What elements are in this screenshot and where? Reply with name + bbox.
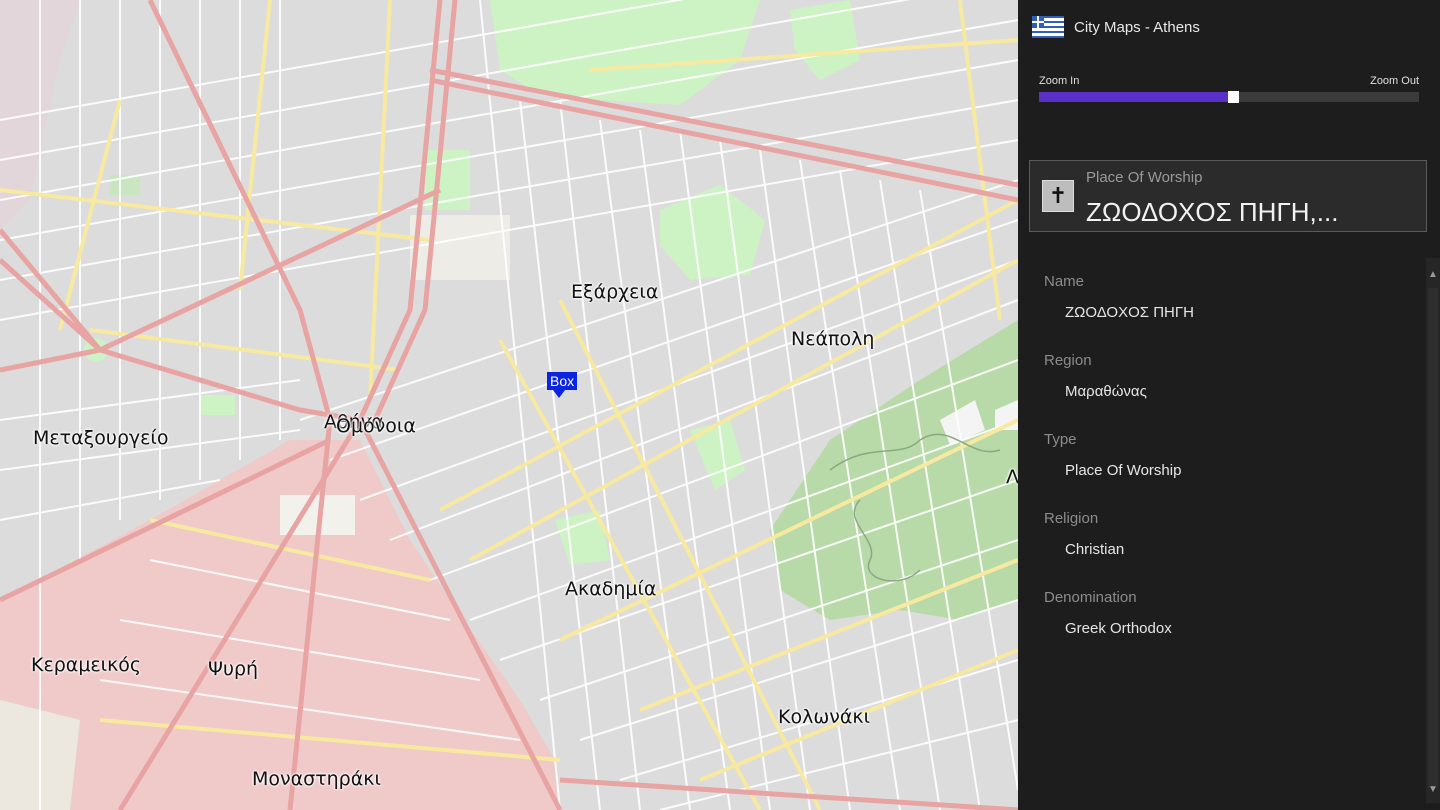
detail-label: Type xyxy=(1044,431,1077,448)
greek-flag-icon xyxy=(1032,16,1064,38)
scrollbar-thumb[interactable] xyxy=(1428,288,1438,788)
detail-value: ΖΩΟΔΟΧΟΣ ΠΗΓΗ xyxy=(1065,304,1194,321)
detail-value: Christian xyxy=(1065,541,1125,558)
map-label-edge: Λ xyxy=(1006,466,1018,488)
map-label-neapoli: Νεάπολη xyxy=(791,328,875,350)
zoom-slider-thumb[interactable] xyxy=(1227,91,1239,103)
cross-icon: ✝ xyxy=(1042,180,1074,212)
app-header: City Maps - Athens xyxy=(1032,14,1200,40)
map-pin[interactable]: Box xyxy=(547,372,578,398)
map-label-psyri: Ψυρή xyxy=(208,658,259,680)
map-label-metaxourgeio: Μεταξουργείο xyxy=(33,427,169,449)
details-scrollbar[interactable]: ▲ ▼ xyxy=(1426,258,1440,803)
map-label-akadimia: Ακαδημία xyxy=(565,578,657,600)
map-label-monastiraki: Μοναστηράκι xyxy=(252,768,381,790)
detail-denomination: Denomination Greek Orthodox xyxy=(1044,584,1414,663)
detail-value: Greek Orthodox xyxy=(1065,620,1172,637)
poi-card[interactable]: ✝ Place Of Worship ΖΩΟΔΟΧΟΣ ΠΗΓΗ,... xyxy=(1029,160,1427,232)
detail-name: Name ΖΩΟΔΟΧΟΣ ΠΗΓΗ xyxy=(1044,268,1414,347)
detail-value: Μαραθώνας xyxy=(1065,383,1147,400)
zoom-slider-fill xyxy=(1039,92,1233,102)
poi-name: ΖΩΟΔΟΧΟΣ ΠΗΓΗ,... xyxy=(1086,197,1339,227)
zoom-in-label[interactable]: Zoom In xyxy=(1039,75,1079,87)
map-pin-label[interactable]: Box xyxy=(547,372,578,390)
map-label-kolonaki: Κολωνάκι xyxy=(778,706,871,728)
detail-label: Region xyxy=(1044,352,1092,369)
detail-value: Place Of Worship xyxy=(1065,462,1182,479)
chevron-down-icon[interactable]: ▼ xyxy=(1428,785,1438,795)
poi-category: Place Of Worship xyxy=(1086,169,1203,186)
map-label-kerameikos: Κεραμεικός xyxy=(31,654,142,676)
detail-label: Name xyxy=(1044,273,1085,290)
zoom-control[interactable]: Zoom In Zoom Out xyxy=(1039,75,1419,103)
detail-region: Region Μαραθώνας xyxy=(1044,347,1414,426)
detail-label: Denomination xyxy=(1044,589,1137,606)
map-label-exarcheia: Εξάρχεια xyxy=(571,281,659,303)
map-canvas[interactable] xyxy=(0,0,1018,810)
zoom-out-label[interactable]: Zoom Out xyxy=(1370,75,1419,87)
chevron-up-icon[interactable]: ▲ xyxy=(1428,270,1438,280)
details-list: Name ΖΩΟΔΟΧΟΣ ΠΗΓΗ Region Μαραθώνας Type… xyxy=(1044,268,1414,663)
zoom-slider[interactable] xyxy=(1039,91,1419,103)
map-pin-tip xyxy=(553,390,565,398)
app-title: City Maps - Athens xyxy=(1074,18,1200,36)
details-panel: City Maps - Athens Zoom In Zoom Out ✝ Pl… xyxy=(1018,0,1440,810)
detail-label: Religion xyxy=(1044,510,1099,527)
detail-religion: Religion Christian xyxy=(1044,505,1414,584)
map-view[interactable]: Εξάρχεια Νεάπολη Μεταξουργείο Αθήνα Ομόν… xyxy=(0,0,1018,810)
detail-type: Type Place Of Worship xyxy=(1044,426,1414,505)
map-label-omonoia: Ομόνοια xyxy=(336,415,416,437)
